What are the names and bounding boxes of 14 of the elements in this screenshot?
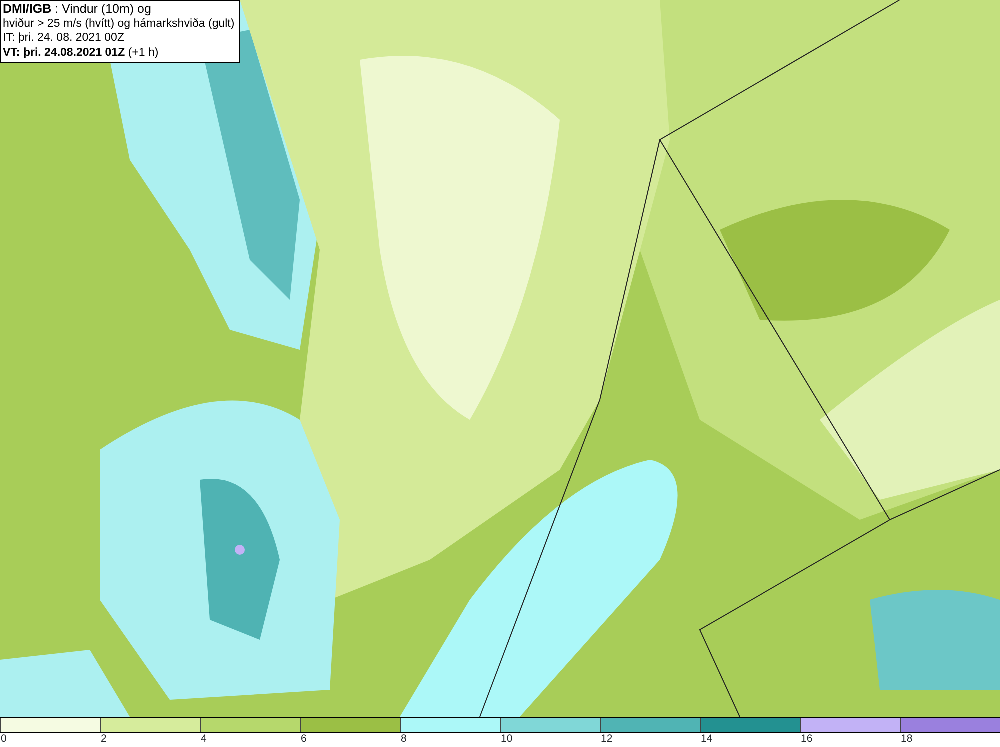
legend-tick-label: 10 xyxy=(501,733,513,745)
legend-tick-label: 14 xyxy=(701,733,713,745)
legend-tick-label: 16 xyxy=(801,733,813,745)
legend-tick-label: 6 xyxy=(301,733,307,745)
legend-tick-label: 12 xyxy=(601,733,613,745)
legend-tick-label: 18 xyxy=(901,733,913,745)
info-line: VT: þri. 24.08.2021 01Z (+1 h) xyxy=(3,46,160,60)
legend-tick-label: 8 xyxy=(401,733,407,745)
info-line: hviður > 25 m/s (hvítt) og hámarkshviða (gult) xyxy=(3,16,235,31)
legend-tick-label: 0 xyxy=(1,733,7,745)
legend-tick-label: 4 xyxy=(201,733,207,745)
legend-tick-label: 2 xyxy=(101,733,107,745)
info-line: DMI/IGB : Vindur (10m) og xyxy=(3,2,152,16)
info-line: IT: þri. 24. 08. 2021 00Z xyxy=(3,31,126,46)
